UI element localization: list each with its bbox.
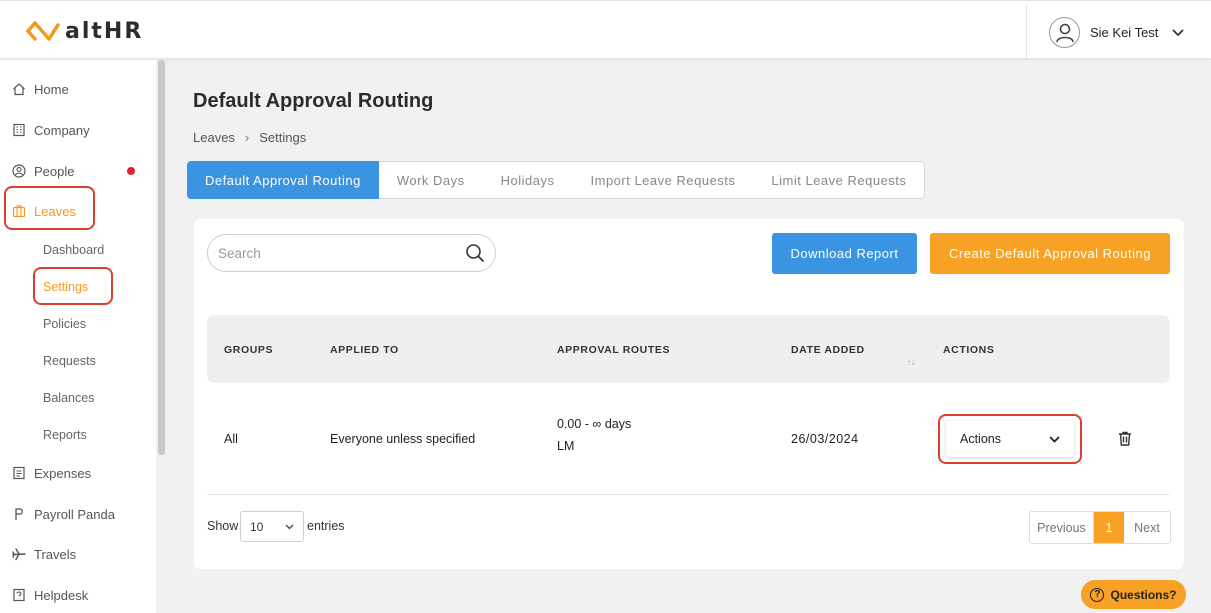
pagination: Previous 1 Next bbox=[1029, 511, 1171, 544]
sidebar-item-label: Leaves bbox=[34, 203, 76, 219]
search-input[interactable] bbox=[218, 245, 458, 261]
sort-icon[interactable]: ↑↓ bbox=[907, 358, 915, 367]
questions-button[interactable]: ? Questions? bbox=[1081, 580, 1186, 609]
sidebar-item-expenses[interactable]: Expenses bbox=[12, 462, 91, 484]
search-icon[interactable] bbox=[465, 243, 485, 263]
chevron-down-icon bbox=[285, 524, 294, 529]
top-bar: altHR Sie Kei Test bbox=[0, 0, 1211, 60]
next-page-button[interactable]: Next bbox=[1124, 512, 1170, 543]
sidebar-item-company[interactable]: Company bbox=[12, 119, 90, 141]
tab-bar: Default Approval Routing Work Days Holid… bbox=[187, 161, 926, 199]
row-divider bbox=[207, 494, 1170, 495]
page-1-button[interactable]: 1 bbox=[1094, 512, 1124, 543]
logo-mark-icon bbox=[26, 21, 60, 41]
sidebar-item-label: Company bbox=[34, 122, 90, 138]
tab-default-approval-routing[interactable]: Default Approval Routing bbox=[187, 161, 379, 199]
chevron-right-icon: › bbox=[244, 130, 250, 145]
user-menu[interactable]: Sie Kei Test bbox=[1026, 5, 1211, 60]
tab-work-days[interactable]: Work Days bbox=[379, 162, 483, 198]
cell-route-days: 0.00 - ∞ days bbox=[557, 417, 632, 431]
cell-group: All bbox=[224, 432, 238, 446]
chevron-down-icon bbox=[1049, 435, 1060, 443]
sidebar-subitem-dashboard[interactable]: Dashboard bbox=[43, 243, 104, 257]
column-header-approval-routes: APPROVAL ROUTES bbox=[557, 344, 671, 356]
entries-per-page-value: 10 bbox=[250, 519, 264, 534]
breadcrumb-item-leaves[interactable]: Leaves bbox=[193, 130, 235, 145]
sidebar-item-people[interactable]: People bbox=[12, 160, 74, 182]
show-label: Show bbox=[207, 519, 239, 533]
logo[interactable]: altHR bbox=[25, 18, 143, 44]
sidebar-item-label: Payroll Panda bbox=[34, 506, 115, 522]
user-name: Sie Kei Test bbox=[1090, 25, 1159, 40]
cell-date-added: 26/03/2024 bbox=[791, 432, 859, 446]
suitcase-icon bbox=[12, 204, 26, 218]
previous-page-button[interactable]: Previous bbox=[1030, 512, 1094, 543]
avatar bbox=[1049, 17, 1080, 48]
sidebar-subitem-settings[interactable]: Settings bbox=[43, 280, 88, 294]
sidebar-item-label: Helpdesk bbox=[34, 587, 89, 603]
column-header-applied-to: APPLIED TO bbox=[330, 344, 399, 356]
question-icon: ? bbox=[1090, 587, 1105, 602]
sidebar-item-leaves[interactable]: Leaves bbox=[12, 200, 76, 222]
sidebar-item-home[interactable]: Home bbox=[12, 78, 69, 100]
column-header-date-added[interactable]: DATE ADDED bbox=[791, 344, 865, 356]
sidebar-subitem-reports[interactable]: Reports bbox=[43, 428, 87, 442]
cell-route-approver: LM bbox=[557, 439, 575, 453]
building-icon bbox=[12, 123, 26, 137]
breadcrumb-item-settings: Settings bbox=[259, 130, 307, 145]
actions-dropdown[interactable]: Actions bbox=[946, 421, 1074, 457]
tab-import-leave-requests[interactable]: Import Leave Requests bbox=[573, 162, 754, 198]
search-box[interactable] bbox=[207, 234, 496, 272]
chevron-down-icon bbox=[1172, 28, 1185, 36]
user-icon bbox=[1055, 23, 1074, 42]
sidebar-item-label: People bbox=[34, 163, 75, 179]
notification-dot bbox=[127, 167, 135, 175]
p-icon bbox=[12, 507, 26, 521]
breadcrumb: Leaves › Settings bbox=[193, 130, 306, 145]
tab-holidays[interactable]: Holidays bbox=[483, 162, 573, 198]
column-header-groups: GROUPS bbox=[224, 344, 274, 356]
entries-label: entries bbox=[307, 519, 345, 533]
tab-limit-leave-requests[interactable]: Limit Leave Requests bbox=[753, 162, 924, 198]
cell-applied-to: Everyone unless specified bbox=[330, 432, 476, 446]
plane-icon bbox=[12, 547, 26, 561]
sidebar-item-label: Home bbox=[34, 81, 69, 97]
sidebar-item-label: Travels bbox=[34, 546, 77, 562]
download-report-button[interactable]: Download Report bbox=[772, 233, 917, 274]
page-title: Default Approval Routing bbox=[193, 90, 434, 112]
sidebar-item-label: Expenses bbox=[34, 465, 92, 481]
sidebar-item-payroll-panda[interactable]: Payroll Panda bbox=[12, 503, 115, 525]
sidebar-item-travels[interactable]: Travels bbox=[12, 543, 76, 565]
entries-per-page-select[interactable]: 10 bbox=[240, 511, 304, 542]
sidebar bbox=[0, 60, 156, 613]
questions-label: Questions? bbox=[1110, 587, 1177, 602]
sidebar-item-helpdesk[interactable]: Helpdesk bbox=[12, 584, 88, 606]
person-circle-icon bbox=[12, 164, 26, 178]
trash-icon[interactable] bbox=[1118, 431, 1132, 446]
column-header-actions: ACTIONS bbox=[943, 344, 995, 356]
home-icon bbox=[12, 82, 26, 96]
create-default-approval-routing-button[interactable]: Create Default Approval Routing bbox=[930, 233, 1170, 274]
sidebar-scrollbar[interactable] bbox=[158, 60, 165, 455]
sidebar-subitem-balances[interactable]: Balances bbox=[43, 391, 94, 405]
sidebar-subitem-requests[interactable]: Requests bbox=[43, 354, 96, 368]
receipt-icon bbox=[12, 466, 26, 480]
actions-dropdown-label: Actions bbox=[960, 432, 1001, 446]
logo-text: altHR bbox=[65, 18, 144, 44]
sidebar-subitem-policies[interactable]: Policies bbox=[43, 317, 86, 331]
helpdesk-icon bbox=[12, 588, 26, 602]
